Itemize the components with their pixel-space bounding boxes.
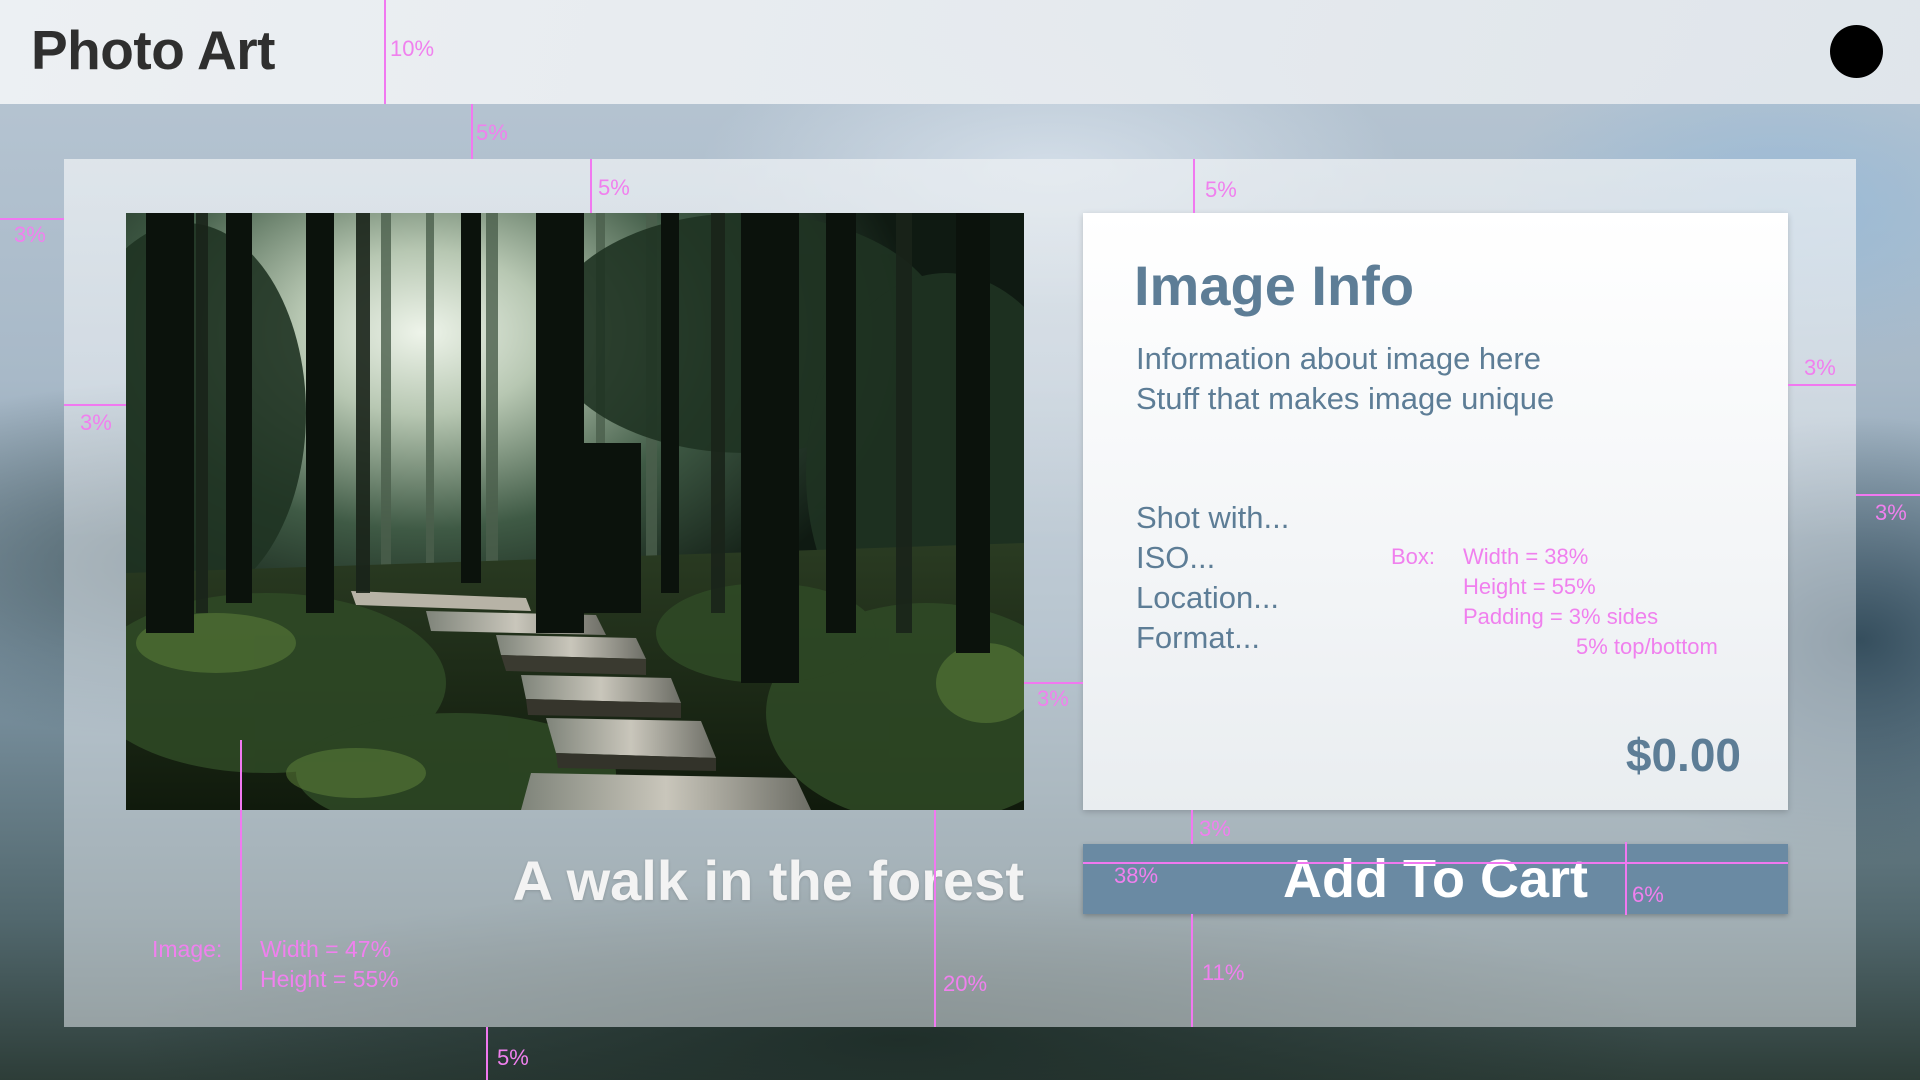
forest-boardwalk-photo	[126, 213, 1024, 810]
info-description-line: Stuff that makes image unique	[1136, 381, 1555, 416]
top-header-bar: Photo Art	[0, 0, 1920, 104]
info-title: Image Info	[1134, 254, 1415, 317]
spec-location: Location...	[1136, 580, 1280, 615]
spec-iso: ISO...	[1136, 540, 1216, 575]
photo-illustration	[126, 213, 1024, 810]
price-label: $0.00	[1625, 729, 1741, 781]
image-info-box: Image Info Information about image here …	[1083, 213, 1788, 810]
site-title[interactable]: Photo Art	[31, 18, 275, 82]
info-description-line: Information about image here	[1136, 341, 1541, 376]
photo-caption: A walk in the forest	[512, 849, 1024, 912]
spec-camera: Shot with...	[1136, 500, 1290, 535]
spec-format: Format...	[1136, 620, 1261, 655]
user-avatar-icon[interactable]	[1830, 25, 1883, 78]
add-to-cart-button[interactable]: Add To Cart	[1083, 844, 1788, 914]
